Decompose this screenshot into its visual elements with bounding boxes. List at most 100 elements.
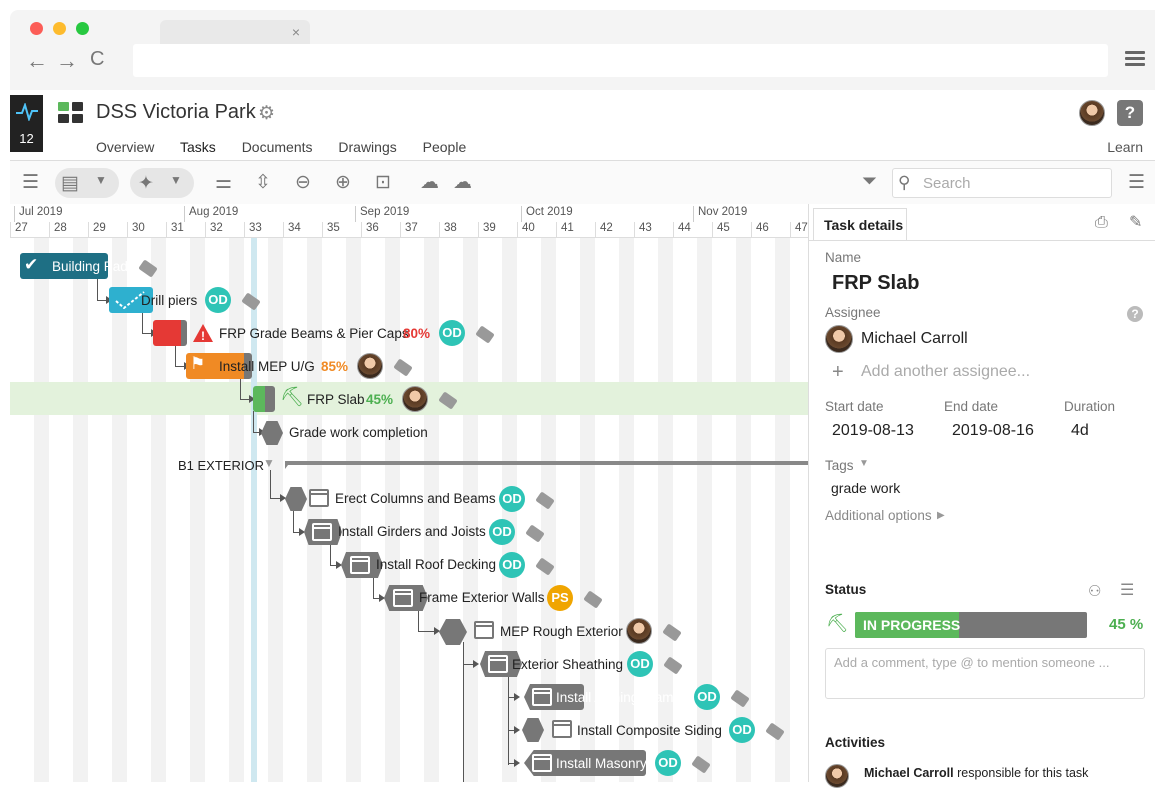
duration-field[interactable]: 4d — [1071, 422, 1089, 440]
tab-documents[interactable]: Documents — [242, 139, 313, 160]
assignee-badge[interactable]: OD — [499, 552, 525, 578]
assignee-badge[interactable]: OD — [729, 717, 755, 743]
add-assignee-input[interactable]: Add another assignee... — [861, 363, 1030, 381]
week-label: 28 — [49, 222, 88, 238]
column-stripe — [385, 238, 400, 782]
month-label: Oct 2019 — [521, 206, 573, 222]
main-nav: Overview Tasks Documents Drawings People — [96, 139, 488, 162]
filter-icon[interactable]: ⏷ — [862, 171, 877, 193]
week-label: 41 — [556, 222, 595, 238]
comment-input[interactable]: Add a comment, type @ to mention someone… — [825, 648, 1145, 699]
assignee-badge[interactable]: OD — [489, 519, 515, 545]
week-label: 30 — [127, 222, 166, 238]
task-name: Install Composite Siding — [577, 723, 722, 738]
tab-overview[interactable]: Overview — [96, 139, 154, 160]
reload-icon[interactable]: C — [90, 48, 104, 71]
duration-label: Duration — [1064, 399, 1116, 414]
assignee-badge[interactable]: OD — [627, 651, 653, 677]
tab-close-icon[interactable]: × — [292, 24, 300, 40]
fit-screen-icon[interactable]: ⊡ — [375, 171, 391, 194]
chevron-right-icon[interactable]: ▶ — [937, 510, 945, 521]
activity-notification-button[interactable]: 12 — [10, 95, 43, 152]
assign-person-icon[interactable]: ⚇ — [1088, 582, 1101, 600]
zoom-out-icon[interactable]: ⊖ — [295, 171, 311, 194]
warning-icon: ! — [193, 324, 213, 343]
name-label: Name — [825, 250, 862, 265]
week-label: 37 — [400, 222, 439, 238]
group-summary-bar[interactable] — [285, 461, 808, 465]
minimize-window-dot[interactable] — [53, 22, 66, 35]
tab-tasks[interactable]: Tasks — [180, 139, 216, 162]
help-circle-icon[interactable]: ? — [1127, 306, 1143, 322]
tag-chip[interactable]: grade work — [831, 480, 900, 496]
assignee-badge[interactable]: OD — [439, 320, 465, 346]
end-date-field[interactable]: 2019-08-16 — [952, 422, 1034, 440]
task-name: Erect Columns and Beams — [335, 491, 496, 506]
tags-dropdown-icon[interactable]: ▼ — [859, 458, 869, 469]
gantt-bars-icon: ▤ — [61, 173, 79, 194]
app-logo-icon — [58, 102, 84, 124]
assignee-badge[interactable]: OD — [694, 684, 720, 710]
task-title[interactable]: FRP Slab — [832, 272, 919, 295]
browser-chrome: × ← → C — [10, 10, 1155, 100]
panel-toggle-icon[interactable]: ☰ — [1128, 171, 1145, 194]
bar-style-dropdown[interactable]: ▤ ▼ — [55, 168, 119, 198]
tag-icon[interactable] — [475, 325, 495, 344]
week-label: 44 — [673, 222, 712, 238]
collapse-vertical-icon[interactable]: ⇳ — [255, 171, 271, 194]
activity-user[interactable]: Michael Carroll — [864, 766, 954, 780]
group-collapse-icon[interactable]: ▼ — [263, 456, 275, 470]
calendar-icon — [309, 489, 329, 507]
milestone-icon[interactable] — [285, 487, 307, 511]
task-name: Install Masonry — [556, 756, 647, 771]
notification-count: 12 — [19, 131, 34, 146]
tab-task-details[interactable]: Task details — [813, 208, 907, 240]
browser-menu-icon[interactable] — [1125, 48, 1145, 69]
calendar-icon — [312, 523, 332, 541]
sliders-icon[interactable]: ⚌ — [215, 171, 232, 194]
assignee-avatar[interactable] — [357, 353, 383, 379]
print-icon[interactable]: ⎙ — [1095, 214, 1108, 232]
plus-icon[interactable]: + — [832, 361, 844, 384]
collapse-list-icon[interactable]: ☰ — [22, 171, 39, 194]
assignee-avatar[interactable] — [402, 386, 428, 412]
maximize-window-dot[interactable] — [76, 22, 89, 35]
forward-arrow-icon[interactable]: → — [56, 48, 78, 74]
tab-drawings[interactable]: Drawings — [338, 139, 396, 160]
today-marker — [251, 238, 257, 782]
assignee-avatar[interactable] — [626, 618, 652, 644]
gantt-settings-icon[interactable]: ☰ — [1120, 580, 1134, 600]
assignee-avatar — [825, 325, 853, 353]
week-label: 35 — [322, 222, 361, 238]
task-bar-frp-grade-beams[interactable] — [153, 320, 187, 346]
task-bar-frp-slab[interactable] — [253, 386, 275, 412]
task-details-panel: Task details ⎙ ✎ Name FRP Slab Assignee … — [808, 204, 1155, 788]
additional-options-toggle[interactable]: Additional options — [825, 508, 932, 523]
gear-icon[interactable]: ⚙ — [258, 102, 275, 125]
help-icon[interactable]: ? — [1117, 100, 1143, 126]
back-arrow-icon[interactable]: ← — [26, 48, 48, 74]
svg-text:!: ! — [201, 329, 205, 343]
tag-icon[interactable] — [241, 292, 261, 311]
start-date-label: Start date — [825, 399, 884, 414]
learn-link[interactable]: Learn — [1107, 139, 1143, 155]
status-progress-bar[interactable]: IN PROGRESS — [855, 612, 1087, 638]
assignee-badge[interactable]: OD — [655, 750, 681, 776]
search-input[interactable]: Search — [892, 168, 1112, 198]
cloud-download-icon[interactable]: ☁ — [420, 171, 439, 194]
user-avatar[interactable] — [1079, 100, 1105, 126]
assignee-badge[interactable]: OD — [499, 486, 525, 512]
cloud-upload-icon[interactable]: ☁ — [453, 171, 472, 194]
calendar-icon — [552, 720, 572, 738]
assignee-name[interactable]: Michael Carroll — [861, 330, 968, 348]
url-bar[interactable] — [133, 44, 1108, 77]
start-date-field[interactable]: 2019-08-13 — [832, 422, 914, 440]
assignee-badge[interactable]: OD — [205, 287, 231, 313]
tools-dropdown[interactable]: ✦ ▼ — [130, 168, 194, 198]
zoom-in-icon[interactable]: ⊕ — [335, 171, 351, 194]
week-label: 36 — [361, 222, 400, 238]
tab-people[interactable]: People — [423, 139, 467, 160]
edit-pencil-icon[interactable]: ✎ — [1129, 212, 1142, 232]
assignee-badge[interactable]: PS — [547, 585, 573, 611]
close-window-dot[interactable] — [30, 22, 43, 35]
